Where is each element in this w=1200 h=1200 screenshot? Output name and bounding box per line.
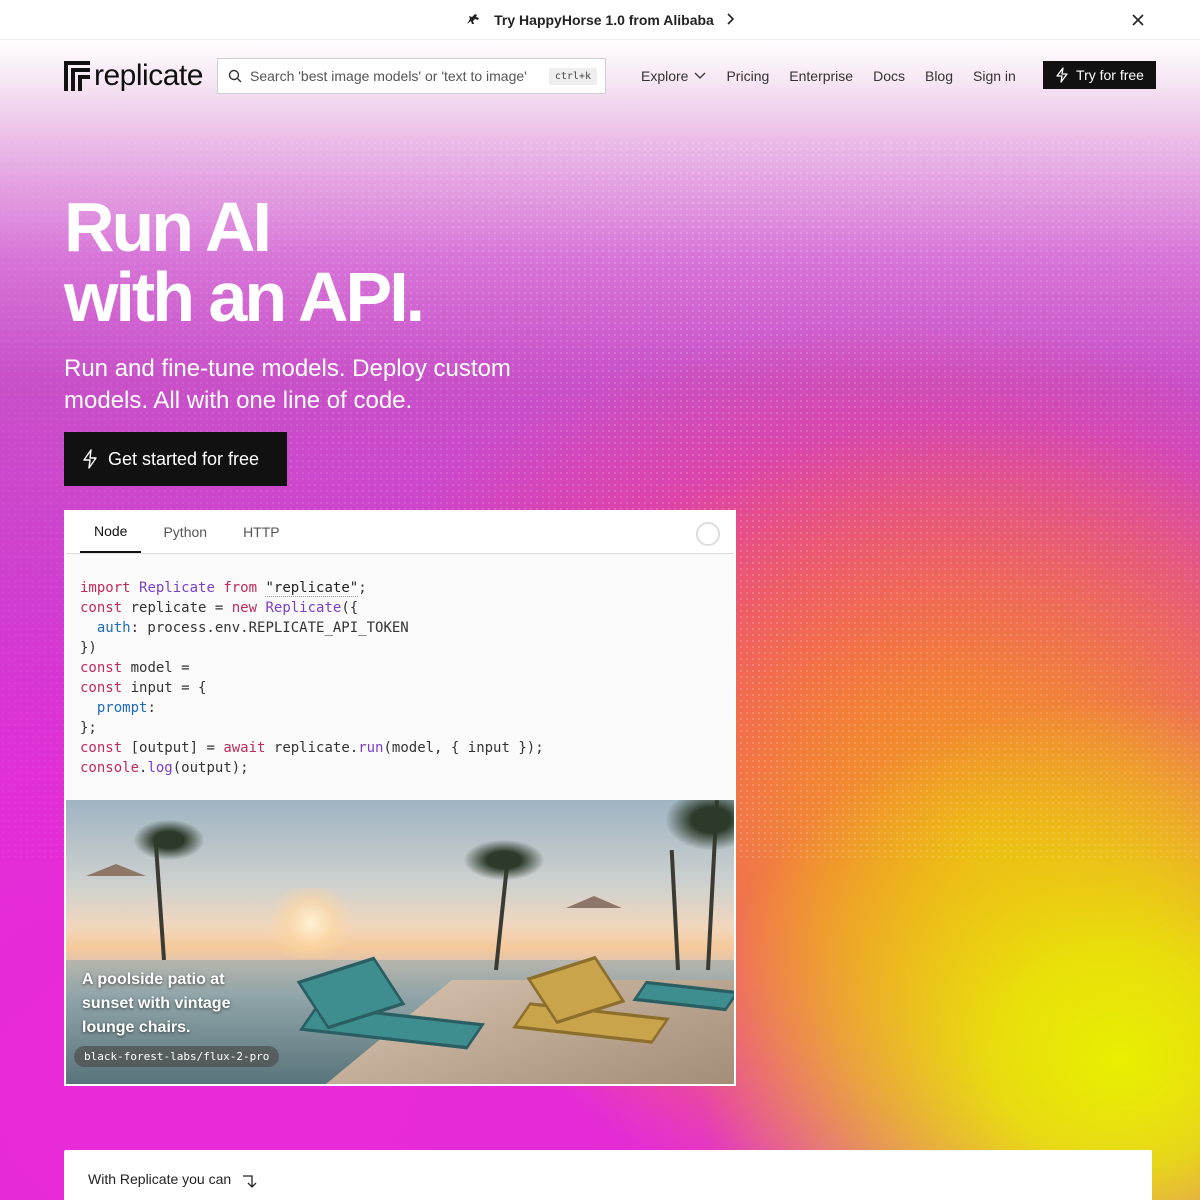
- hero-title-line1: Run AI: [64, 188, 272, 266]
- loading-spinner-icon: [696, 522, 720, 546]
- get-started-button[interactable]: Get started for free: [64, 432, 287, 486]
- horse-icon: [466, 12, 480, 28]
- nav-explore[interactable]: Explore: [641, 68, 706, 84]
- hero-subtitle: Run and fine-tune models. Deploy custom …: [64, 355, 511, 414]
- code-line-3: auth: process.env.REPLICATE_API_TOKEN: [96, 620, 409, 636]
- search-icon: [228, 69, 242, 83]
- code-line-4: }): [80, 640, 97, 656]
- chevron-down-icon: [695, 72, 706, 79]
- model-name-badge[interactable]: black-forest-labs/flux-2-pro: [74, 1046, 280, 1067]
- search-bar[interactable]: ctrl+k: [217, 58, 606, 94]
- search-input[interactable]: [250, 68, 549, 84]
- announcement-bar[interactable]: Try HappyHorse 1.0 from Alibaba: [0, 0, 1200, 40]
- tab-http[interactable]: HTTP: [229, 524, 294, 553]
- arrow-down-right-icon: [243, 1175, 257, 1188]
- get-started-label: Get started for free: [108, 448, 260, 469]
- keyboard-shortcut-badge: ctrl+k: [548, 67, 597, 85]
- code-line-9: const [output] = await replicate.run(mod…: [80, 740, 544, 756]
- nav-explore-label: Explore: [641, 68, 689, 84]
- navbar: replicate ctrl+k Explore Pricing Enterpr…: [64, 58, 1156, 94]
- replicate-logo-icon: [64, 61, 90, 91]
- code-block[interactable]: import Replicate from "replicate"; const …: [66, 554, 734, 802]
- close-icon[interactable]: [1128, 10, 1148, 30]
- code-line-10: console.log(output);: [80, 760, 249, 776]
- lightning-icon: [83, 449, 97, 469]
- code-line-5: const model =: [80, 660, 190, 676]
- nav-sign-in[interactable]: Sign in: [973, 68, 1016, 84]
- nav-docs[interactable]: Docs: [873, 68, 905, 84]
- code-line-2: const replicate = new Replicate({: [80, 600, 359, 616]
- features-label: With Replicate you can: [88, 1171, 232, 1187]
- code-line-7: prompt:: [96, 700, 156, 716]
- generated-image: A poolside patio at sunset with vintage …: [66, 800, 734, 1084]
- nav-enterprise[interactable]: Enterprise: [789, 68, 853, 84]
- nav-pricing[interactable]: Pricing: [726, 68, 769, 84]
- nav-blog[interactable]: Blog: [925, 68, 953, 84]
- code-line-8: };: [80, 720, 97, 736]
- code-example-card: Node Python HTTP import Replicate from "…: [64, 510, 736, 1086]
- try-for-free-label: Try for free: [1076, 67, 1144, 83]
- language-tabs: Node Python HTTP: [66, 512, 734, 554]
- tab-node[interactable]: Node: [80, 523, 142, 553]
- hero-title-line2: with an API.: [64, 258, 425, 336]
- code-line-1: import Replicate from "replicate";: [80, 580, 367, 597]
- hero-title: Run AI with an API.: [64, 188, 425, 336]
- nav-menu: Explore Pricing Enterprise Docs Blog Sig…: [641, 58, 1036, 94]
- code-line-6: const input = {: [80, 680, 207, 696]
- tab-python[interactable]: Python: [149, 524, 221, 553]
- logo[interactable]: replicate: [64, 58, 203, 94]
- announcement-text[interactable]: Try HappyHorse 1.0 from Alibaba: [494, 12, 714, 28]
- chevron-right-icon: [726, 12, 734, 28]
- features-panel: With Replicate you can: [64, 1150, 1152, 1200]
- image-caption: A poolside patio at sunset with vintage …: [82, 971, 231, 1036]
- lightning-icon: [1056, 67, 1068, 83]
- try-for-free-button[interactable]: Try for free: [1043, 61, 1156, 89]
- logo-text: replicate: [94, 59, 203, 92]
